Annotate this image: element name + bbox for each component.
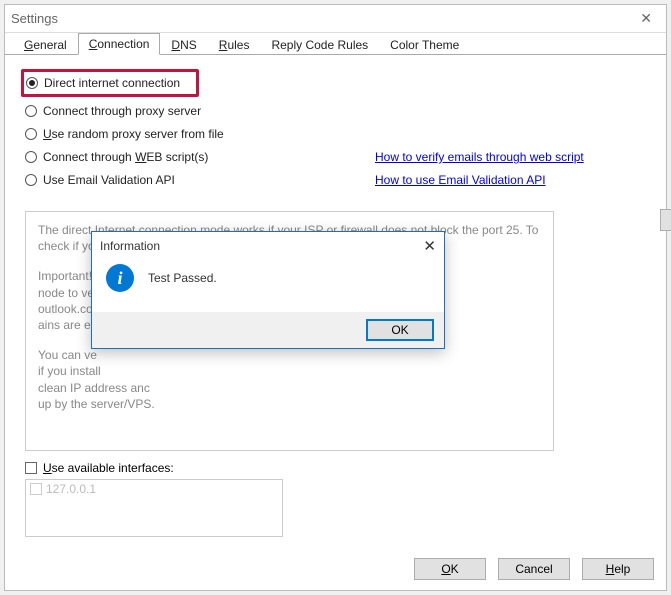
radio-label-web: Connect through WEB script(s): [43, 150, 208, 164]
checkbox-interface-item: [30, 483, 42, 495]
radio-label-random: Use random proxy server from file: [43, 127, 224, 141]
tab-general[interactable]: General: [13, 34, 78, 55]
cancel-button[interactable]: Cancel: [498, 558, 570, 580]
dialog-message: Test Passed.: [148, 271, 217, 285]
label-available-interfaces: Use available interfaces:: [43, 461, 174, 475]
ok-button[interactable]: OK: [414, 558, 486, 580]
radio-api[interactable]: [25, 174, 37, 186]
dialog-ok-button[interactable]: OK: [366, 319, 434, 341]
test-button[interactable]: Test: [660, 209, 671, 231]
info-icon: i: [106, 264, 134, 292]
dialog-close-icon[interactable]: ✕: [423, 237, 436, 255]
tab-bar: General Connection DNS Rules Reply Code …: [5, 33, 666, 55]
link-web-script[interactable]: How to verify emails through web script: [375, 150, 584, 164]
close-icon[interactable]: ✕: [632, 8, 660, 29]
dialog-title: Information: [100, 239, 423, 253]
radio-label-direct: Direct internet connection: [44, 76, 180, 90]
highlight-annotation: Direct internet connection: [21, 69, 199, 97]
info-dialog: Information ✕ i Test Passed. OK: [91, 231, 445, 349]
tab-dns[interactable]: DNS: [160, 34, 207, 55]
radio-direct[interactable]: [26, 77, 38, 89]
tab-reply-code-rules[interactable]: Reply Code Rules: [260, 34, 379, 55]
tab-color-theme[interactable]: Color Theme: [379, 34, 470, 55]
checkbox-available-interfaces[interactable]: [25, 462, 37, 474]
radio-web[interactable]: [25, 151, 37, 163]
interface-item-label: 127.0.0.1: [46, 482, 96, 496]
radio-label-api: Use Email Validation API: [43, 173, 175, 187]
radio-label-proxy: Connect through proxy server: [43, 104, 201, 118]
desc-p3: You can veif you installclean IP address…: [38, 347, 541, 412]
tab-rules[interactable]: Rules: [208, 34, 261, 55]
link-email-api[interactable]: How to use Email Validation API: [375, 173, 546, 187]
radio-proxy[interactable]: [25, 105, 37, 117]
interfaces-list: 127.0.0.1: [25, 479, 283, 537]
help-button[interactable]: Help: [582, 558, 654, 580]
radio-random[interactable]: [25, 128, 37, 140]
window-title: Settings: [11, 11, 632, 26]
tab-connection[interactable]: Connection: [78, 33, 161, 55]
